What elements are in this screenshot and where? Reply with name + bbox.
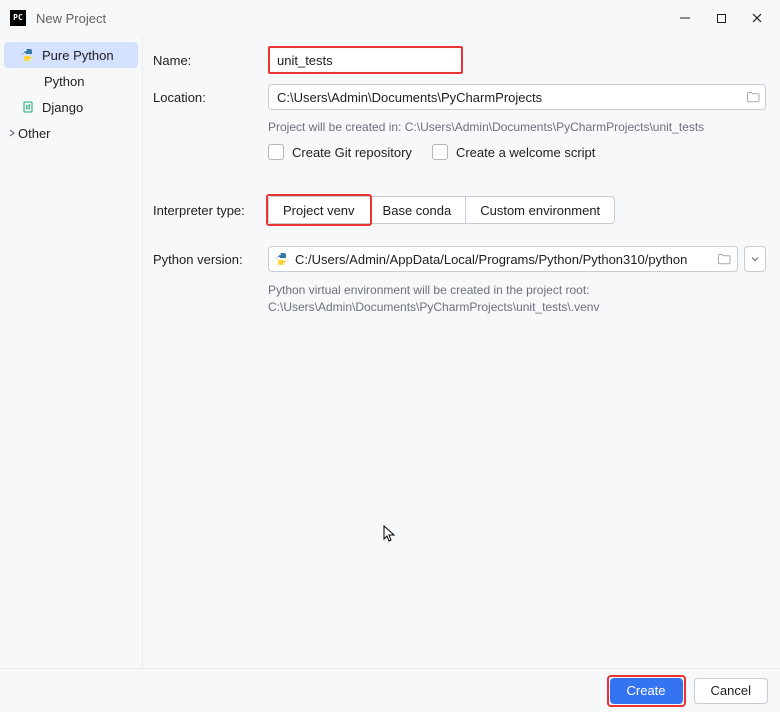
sidebar-item-other[interactable]: Other (0, 120, 142, 146)
titlebar: PC New Project (0, 0, 780, 36)
pycharm-app-icon: PC (10, 10, 26, 26)
checkbox-label: Create Git repository (292, 145, 412, 160)
checkbox-icon (432, 144, 448, 160)
venv-note: Python virtual environment will be creat… (268, 282, 766, 316)
checkbox-label: Create a welcome script (456, 145, 595, 160)
interpreter-option-custom[interactable]: Custom environment (465, 197, 614, 223)
location-input[interactable] (268, 84, 766, 110)
python-version-label: Python version: (153, 252, 268, 267)
checkbox-icon (268, 144, 284, 160)
app-badge-text: PC (13, 14, 23, 22)
sidebar-item-pure-python[interactable]: Pure Python (4, 42, 138, 68)
dialog-footer: Create Cancel (0, 668, 780, 712)
sidebar-item-python[interactable]: Python (0, 68, 142, 94)
name-field-highlight (268, 46, 463, 74)
venv-note-line: C:\Users\Admin\Documents\PyCharmProjects… (268, 299, 766, 316)
window-title: New Project (36, 11, 106, 26)
minimize-button[interactable] (678, 11, 692, 25)
python-icon (20, 47, 36, 63)
interpreter-type-label: Interpreter type: (153, 203, 268, 218)
content-area: Pure Python Python Django Other Name: (0, 36, 780, 668)
project-type-sidebar: Pure Python Python Django Other (0, 36, 143, 668)
name-input[interactable] (271, 49, 460, 71)
python-version-dropdown[interactable] (744, 246, 766, 272)
folder-icon (717, 252, 731, 266)
python-version-path: C:/Users/Admin/AppData/Local/Programs/Py… (295, 252, 687, 267)
venv-note-line: Python virtual environment will be creat… (268, 282, 766, 299)
cancel-button[interactable]: Cancel (694, 678, 768, 704)
create-welcome-checkbox[interactable]: Create a welcome script (432, 144, 595, 160)
create-git-checkbox[interactable]: Create Git repository (268, 144, 412, 160)
maximize-button[interactable] (714, 11, 728, 25)
creation-path-hint: Project will be created in: C:\Users\Adm… (268, 120, 766, 134)
window-controls (678, 11, 770, 25)
django-icon (20, 99, 36, 115)
sidebar-item-label: Django (42, 100, 83, 115)
interpreter-option-venv[interactable]: Project venv (269, 197, 369, 223)
interpreter-option-conda[interactable]: Base conda (369, 197, 466, 223)
sidebar-item-label: Pure Python (42, 48, 114, 63)
sidebar-item-label: Other (18, 126, 51, 141)
form-panel: Name: Location: Project will be created … (143, 36, 780, 668)
create-button-highlight: Create (607, 675, 686, 707)
chevron-right-icon (8, 129, 16, 137)
name-label: Name: (153, 53, 268, 68)
close-button[interactable] (750, 11, 764, 25)
sidebar-item-label: Python (44, 74, 84, 89)
interpreter-type-segmented: Project venv Base conda Custom environme… (268, 196, 615, 224)
folder-icon[interactable] (746, 90, 760, 104)
location-label: Location: (153, 90, 268, 105)
create-button[interactable]: Create (610, 678, 683, 704)
python-version-field[interactable]: C:/Users/Admin/AppData/Local/Programs/Py… (268, 246, 738, 272)
sidebar-item-django[interactable]: Django (0, 94, 142, 120)
interpreter-option-highlight: Project venv (266, 194, 372, 226)
python-icon (275, 252, 289, 266)
